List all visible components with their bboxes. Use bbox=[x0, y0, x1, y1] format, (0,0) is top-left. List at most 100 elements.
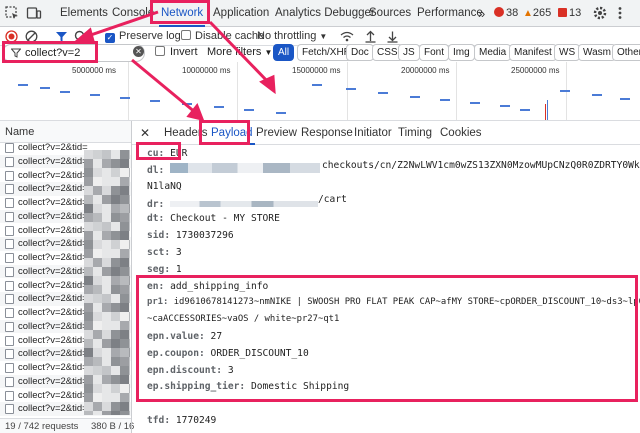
redaction-pixel bbox=[120, 150, 129, 159]
disable-cache-checkbox[interactable]: Disable cache bbox=[181, 27, 264, 46]
redaction-pixel bbox=[120, 231, 129, 240]
chip-js[interactable]: JS bbox=[398, 44, 420, 61]
redaction-pixel bbox=[102, 267, 111, 276]
chip-ws[interactable]: WS bbox=[554, 44, 581, 61]
redaction-pixel bbox=[111, 312, 120, 321]
chip-media[interactable]: Media bbox=[474, 44, 512, 61]
redaction-pixel bbox=[129, 411, 130, 415]
redaction-pixel bbox=[93, 393, 102, 402]
tab-network[interactable]: Network bbox=[158, 0, 206, 27]
redaction-pixel bbox=[84, 159, 93, 168]
redaction-pixel bbox=[93, 312, 102, 321]
tab-initiator[interactable]: Initiator bbox=[354, 121, 392, 145]
clear-filter-icon[interactable]: ✕ bbox=[133, 46, 144, 57]
redaction-pixel bbox=[84, 366, 93, 375]
chip-manifest[interactable]: Manifest bbox=[509, 44, 557, 61]
chevron-down-icon: ▼ bbox=[264, 48, 273, 57]
redaction-pixel bbox=[120, 321, 129, 330]
redaction-pixel bbox=[129, 177, 130, 186]
timeline-request-bar bbox=[182, 103, 192, 105]
tab-analytics-debugger[interactable]: Analytics Debugger bbox=[275, 0, 375, 27]
tab-headers[interactable]: Headers bbox=[164, 121, 207, 145]
tab-application[interactable]: Application bbox=[213, 0, 269, 27]
redaction-pixel bbox=[120, 303, 129, 312]
error-count-badge[interactable]: 38 bbox=[494, 0, 518, 27]
chevron-down-icon: ▼ bbox=[319, 32, 328, 41]
param-key: dr: bbox=[147, 199, 165, 210]
redaction-pixel bbox=[84, 168, 93, 177]
chip-font[interactable]: Font bbox=[419, 44, 450, 61]
filter-icon[interactable] bbox=[55, 30, 68, 43]
invert-checkbox[interactable]: Invert bbox=[155, 46, 198, 58]
tab-timing[interactable]: Timing bbox=[398, 121, 432, 145]
timeline-request-bar bbox=[120, 97, 130, 99]
name-column-header[interactable]: Name bbox=[5, 126, 34, 138]
tab-response[interactable]: Response bbox=[301, 121, 353, 145]
redaction-pixel bbox=[111, 258, 120, 267]
transfer-size: 380 B / 16 bbox=[91, 421, 135, 432]
preserve-log-label: Preserve log bbox=[119, 30, 181, 42]
redaction-pixel bbox=[120, 384, 129, 393]
chip-img[interactable]: Img bbox=[448, 44, 475, 61]
device-toolbar-icon[interactable] bbox=[26, 5, 42, 21]
redaction-pixel bbox=[129, 231, 130, 240]
redaction-pixel bbox=[84, 312, 93, 321]
tab-sources[interactable]: Sources bbox=[369, 0, 411, 27]
redaction-pixel bbox=[84, 375, 93, 384]
redaction-pixel bbox=[111, 177, 120, 186]
chip-all[interactable]: All bbox=[273, 44, 295, 61]
redaction-pixel bbox=[84, 276, 93, 285]
redaction-pixel bbox=[120, 285, 129, 294]
file-icon bbox=[5, 143, 14, 153]
redaction-pixel bbox=[120, 204, 129, 213]
redaction-pixel bbox=[102, 411, 111, 415]
redaction-pixel bbox=[93, 402, 102, 411]
redaction-pixel bbox=[129, 258, 130, 267]
tab-cookies[interactable]: Cookies bbox=[440, 121, 482, 145]
tab-performance[interactable]: Performance bbox=[417, 0, 483, 27]
clear-icon[interactable] bbox=[25, 30, 38, 43]
chip-wasm[interactable]: Wasm bbox=[578, 44, 616, 61]
redaction-pixel bbox=[102, 303, 111, 312]
export-har-icon[interactable] bbox=[386, 30, 399, 43]
more-filters-dropdown[interactable]: More filters ▼ bbox=[207, 46, 272, 58]
chip-other[interactable]: Other bbox=[612, 44, 640, 61]
close-details-button[interactable]: ✕ bbox=[140, 121, 150, 145]
tab-elements[interactable]: Elements bbox=[60, 0, 108, 27]
timeline-overview[interactable]: 5000000 ms 10000000 ms 15000000 ms 20000… bbox=[0, 62, 640, 121]
info-count-badge[interactable]: 13 bbox=[558, 0, 581, 27]
timeline-request-bar bbox=[60, 91, 70, 93]
redaction-pixel bbox=[120, 267, 129, 276]
redaction-pixel bbox=[84, 321, 93, 330]
file-icon bbox=[5, 308, 14, 318]
warning-count-badge[interactable]: ▲265 bbox=[523, 0, 551, 27]
inspect-element-icon[interactable] bbox=[4, 5, 20, 21]
request-name: collect?v=2&tid= bbox=[18, 224, 88, 236]
chip-doc[interactable]: Doc bbox=[346, 44, 374, 61]
tab-console[interactable]: Console bbox=[112, 0, 154, 27]
network-conditions-icon[interactable] bbox=[340, 30, 354, 43]
tab-preview[interactable]: Preview bbox=[256, 121, 297, 145]
more-tabs-button[interactable]: » bbox=[478, 0, 485, 27]
redaction-pixel bbox=[84, 384, 93, 393]
timeline-request-bar bbox=[18, 84, 28, 86]
search-icon[interactable] bbox=[74, 30, 87, 43]
param-value: 3 bbox=[227, 365, 234, 376]
param-dl-continued: N1laNQ bbox=[147, 181, 182, 192]
redaction-pixel bbox=[120, 258, 129, 267]
request-name: collect?v=2&tid= bbox=[18, 183, 88, 195]
redaction-pixel bbox=[84, 213, 93, 222]
import-har-icon[interactable] bbox=[364, 30, 377, 43]
redaction-pixel bbox=[120, 357, 129, 366]
timeline-request-bar bbox=[410, 96, 420, 98]
filter-input[interactable]: collect?v=2 ✕ bbox=[2, 44, 145, 62]
more-filters-label: More filters bbox=[207, 46, 262, 58]
more-options-icon[interactable] bbox=[612, 5, 628, 21]
redaction-pixel bbox=[93, 366, 102, 375]
tab-payload[interactable]: Payload bbox=[209, 121, 255, 145]
gear-icon[interactable] bbox=[592, 5, 608, 21]
record-icon[interactable] bbox=[5, 30, 18, 43]
redaction-pixel bbox=[93, 321, 102, 330]
param-value: 1770249 bbox=[175, 415, 217, 426]
file-icon bbox=[5, 253, 14, 263]
